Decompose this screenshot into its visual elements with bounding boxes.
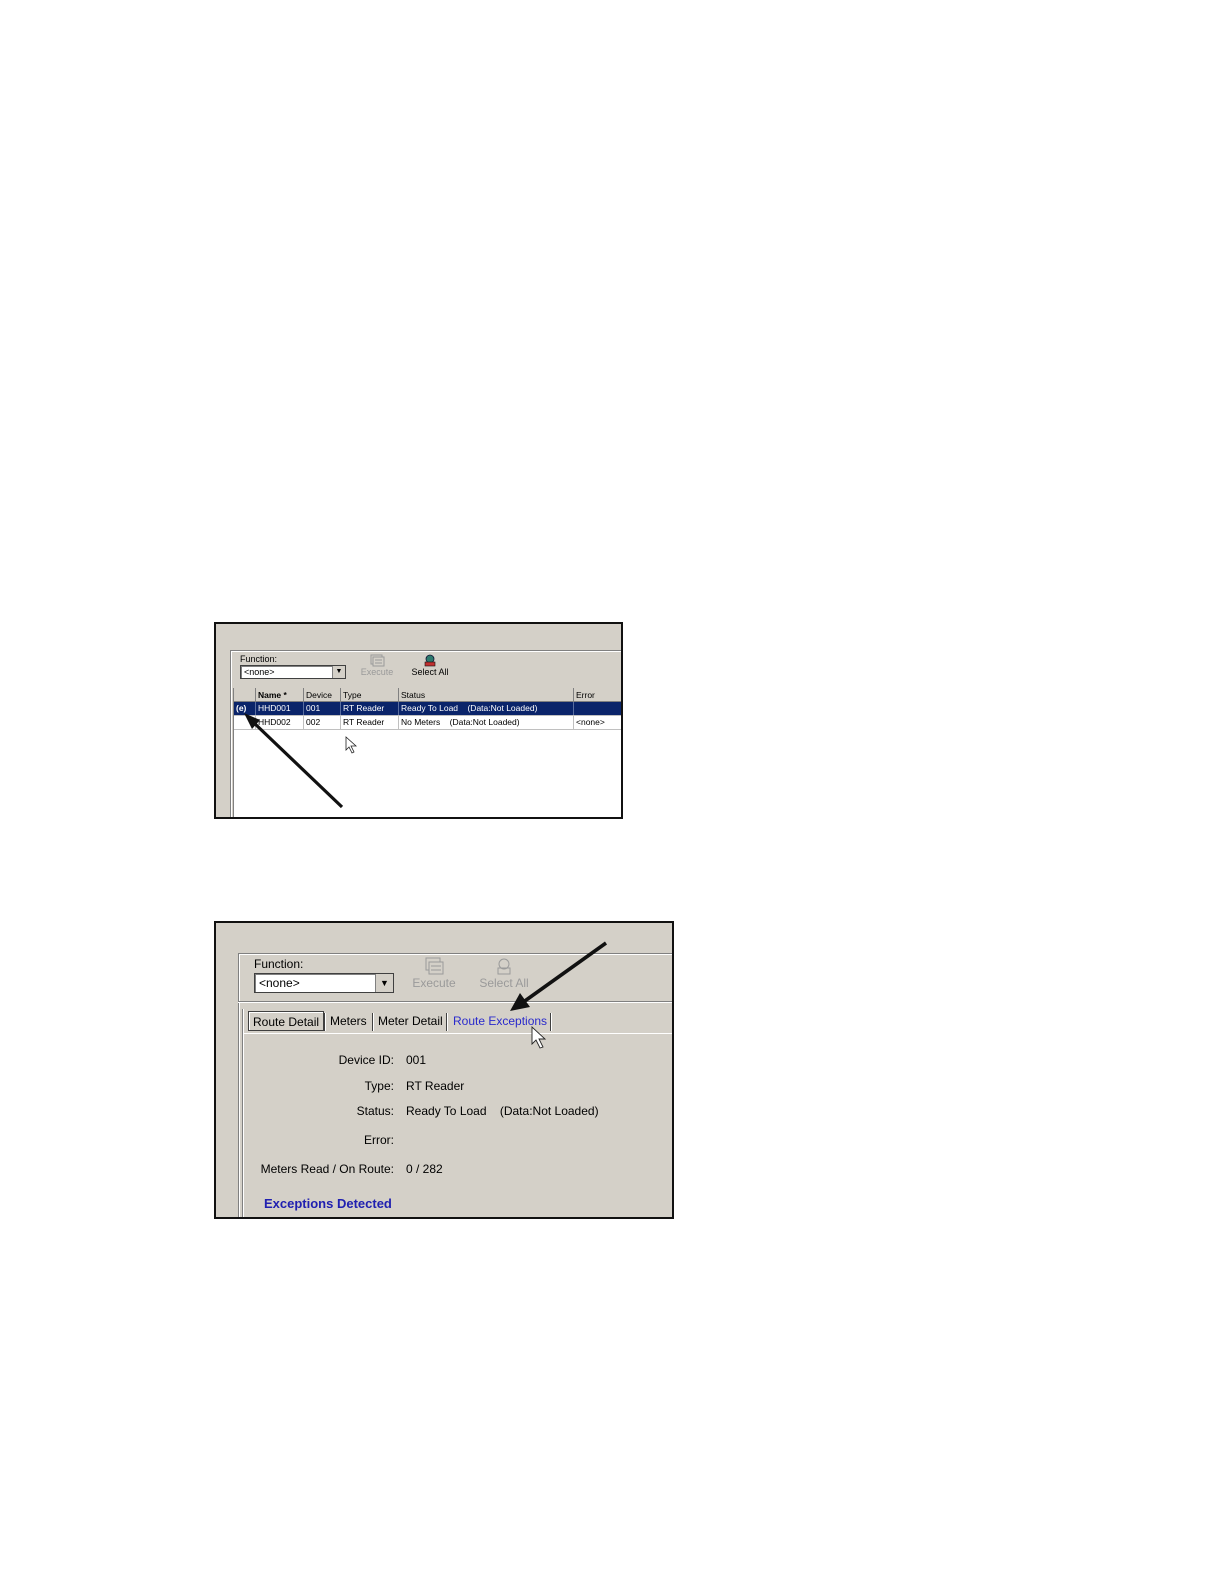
column-header-device[interactable]: Device <box>304 688 341 701</box>
error-label: Error: <box>364 1133 394 1147</box>
tab-route-detail[interactable]: Route Detail <box>248 1011 325 1031</box>
cell-error <box>574 702 621 715</box>
execute-label: Execute <box>360 667 394 677</box>
meters-read-label: Meters Read / On Route: <box>260 1162 394 1176</box>
function-select-value: <none> <box>259 976 300 990</box>
device-id-value: 001 <box>406 1053 427 1067</box>
cell-status: No Meters (Data:Not Loaded) <box>399 716 574 729</box>
function-select[interactable]: <none> ▼ <box>254 973 394 993</box>
status-value: Ready To Load (Data:Not Loaded) <box>406 1104 599 1118</box>
select-all-button[interactable]: Select All <box>408 654 452 677</box>
status-label: Status: <box>356 1104 394 1118</box>
cell-device: 002 <box>304 716 341 729</box>
table-row[interactable]: HHD002 002 RT Reader No Meters (Data:Not… <box>234 716 621 729</box>
cell-device: 001 <box>304 702 341 715</box>
function-label: Function: <box>254 957 304 971</box>
column-header-status[interactable]: Status <box>399 688 574 701</box>
cell-name: HHD002 <box>256 716 304 729</box>
cell-type: RT Reader <box>341 702 399 715</box>
tab-meters[interactable]: Meters <box>326 1011 371 1031</box>
screenshot-route-detail: Function: <none> ▼ Execute Select All Ro… <box>214 921 674 1219</box>
select-all-icon <box>424 654 436 667</box>
function-label: Function: <box>240 654 278 664</box>
meters-read-value: 0 / 282 <box>406 1162 443 1176</box>
column-header-name[interactable]: Name * <box>256 688 304 701</box>
type-value: RT Reader <box>406 1079 465 1093</box>
table-row[interactable]: (e) HHD001 001 RT Reader Ready To Load (… <box>234 702 621 715</box>
cell-error: <none> <box>574 716 621 729</box>
function-select-value: <none> <box>244 667 275 677</box>
execute-button[interactable]: Execute <box>410 957 458 990</box>
type-label: Type: <box>364 1079 394 1093</box>
exceptions-detected-label: Exceptions Detected <box>264 1196 392 1211</box>
exception-marker <box>234 716 256 729</box>
cell-type: RT Reader <box>341 716 399 729</box>
chevron-down-icon[interactable]: ▼ <box>375 974 393 992</box>
cell-status: Ready To Load (Data:Not Loaded) <box>399 702 574 715</box>
column-header-error[interactable]: Error <box>574 688 621 701</box>
divider <box>238 1001 672 1003</box>
select-all-button[interactable]: Select All <box>476 957 532 990</box>
tab-divider <box>550 1013 552 1031</box>
execute-button[interactable]: Execute <box>360 654 394 677</box>
select-all-icon <box>497 958 511 975</box>
column-header-marker[interactable] <box>234 688 256 701</box>
chevron-down-icon[interactable]: ▼ <box>332 666 345 678</box>
tab-divider <box>446 1013 448 1031</box>
screenshot-device-list: Function: <none> ▼ Execute Select All Na… <box>214 622 623 819</box>
device-grid[interactable]: Name * Device Type Status Error (e) HHD0… <box>233 688 621 817</box>
function-select[interactable]: <none> ▼ <box>240 665 346 679</box>
execute-icon <box>425 957 444 975</box>
column-header-type[interactable]: Type <box>341 688 399 701</box>
row-divider <box>234 729 621 730</box>
tab-rule <box>244 1033 672 1034</box>
execute-label: Execute <box>412 976 456 990</box>
execute-icon <box>370 654 385 667</box>
select-all-label: Select All <box>411 667 449 677</box>
device-id-label: Device ID: <box>338 1053 394 1067</box>
exception-marker: (e) <box>234 702 256 715</box>
tab-route-exceptions[interactable]: Route Exceptions <box>449 1011 551 1031</box>
select-all-label: Select All <box>479 976 529 990</box>
grid-header: Name * Device Type Status Error <box>234 688 621 702</box>
cell-name: HHD001 <box>256 702 304 715</box>
divider <box>230 686 231 817</box>
tab-meter-detail[interactable]: Meter Detail <box>374 1011 447 1031</box>
